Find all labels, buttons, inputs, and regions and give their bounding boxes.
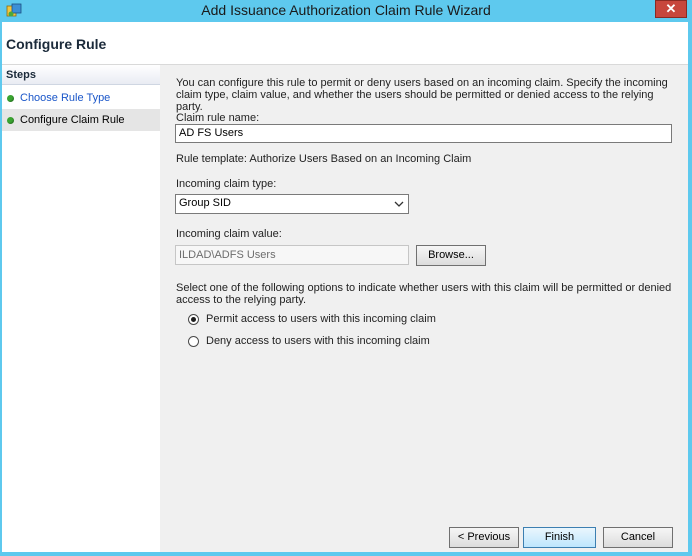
steps-panel: Steps Choose Rule Type Configure Claim R… <box>2 65 160 552</box>
description-text: You can configure this rule to permit or… <box>176 77 668 113</box>
incoming-claim-type-label: Incoming claim type: <box>176 178 277 190</box>
previous-button[interactable]: < Previous <box>449 527 519 548</box>
browse-button[interactable]: Browse... <box>416 245 486 266</box>
steps-heading: Steps <box>2 65 160 85</box>
step-choose-rule-type[interactable]: Choose Rule Type <box>2 87 160 109</box>
chevron-down-icon <box>394 201 404 207</box>
window-title: Add Issuance Authorization Claim Rule Wi… <box>201 2 491 18</box>
step-label: Choose Rule Type <box>20 92 111 104</box>
incoming-claim-value-label: Incoming claim value: <box>176 228 282 240</box>
claim-rule-name-input[interactable]: AD FS Users <box>175 124 672 143</box>
page-title: Configure Rule <box>6 36 107 52</box>
incoming-claim-value-input[interactable]: ILDAD\ADFS Users <box>175 245 409 265</box>
cancel-button[interactable]: Cancel <box>603 527 673 548</box>
finish-button[interactable]: Finish <box>523 527 596 548</box>
step-configure-claim-rule[interactable]: Configure Claim Rule <box>2 109 160 131</box>
deny-radio[interactable] <box>188 336 199 347</box>
rule-template-text: Rule template: Authorize Users Based on … <box>176 153 472 165</box>
step-label: Configure Claim Rule <box>20 114 125 126</box>
wizard-window: Add Issuance Authorization Claim Rule Wi… <box>0 0 692 556</box>
main-panel: You can configure this rule to permit or… <box>164 65 686 552</box>
permit-radio[interactable] <box>188 314 199 325</box>
options-instruction: Select one of the following options to i… <box>176 282 672 306</box>
deny-option-label: Deny access to users with this incoming … <box>206 335 430 347</box>
claim-rule-name-label: Claim rule name: <box>176 112 260 124</box>
title-bar[interactable]: Add Issuance Authorization Claim Rule Wi… <box>0 0 692 22</box>
close-button[interactable]: ✕ <box>655 0 687 18</box>
incoming-claim-type-select[interactable]: Group SID <box>175 194 409 214</box>
step-complete-icon <box>7 95 14 102</box>
page-header: Configure Rule <box>2 22 688 65</box>
permit-option-label: Permit access to users with this incomin… <box>206 313 436 325</box>
incoming-claim-type-value: Group SID <box>179 197 231 209</box>
wizard-client-area: Configure Rule Steps Choose Rule Type Co… <box>2 22 688 552</box>
wizard-button-bar: < Previous Finish Cancel <box>164 527 686 552</box>
step-current-icon <box>7 117 14 124</box>
close-icon: ✕ <box>665 1 677 16</box>
